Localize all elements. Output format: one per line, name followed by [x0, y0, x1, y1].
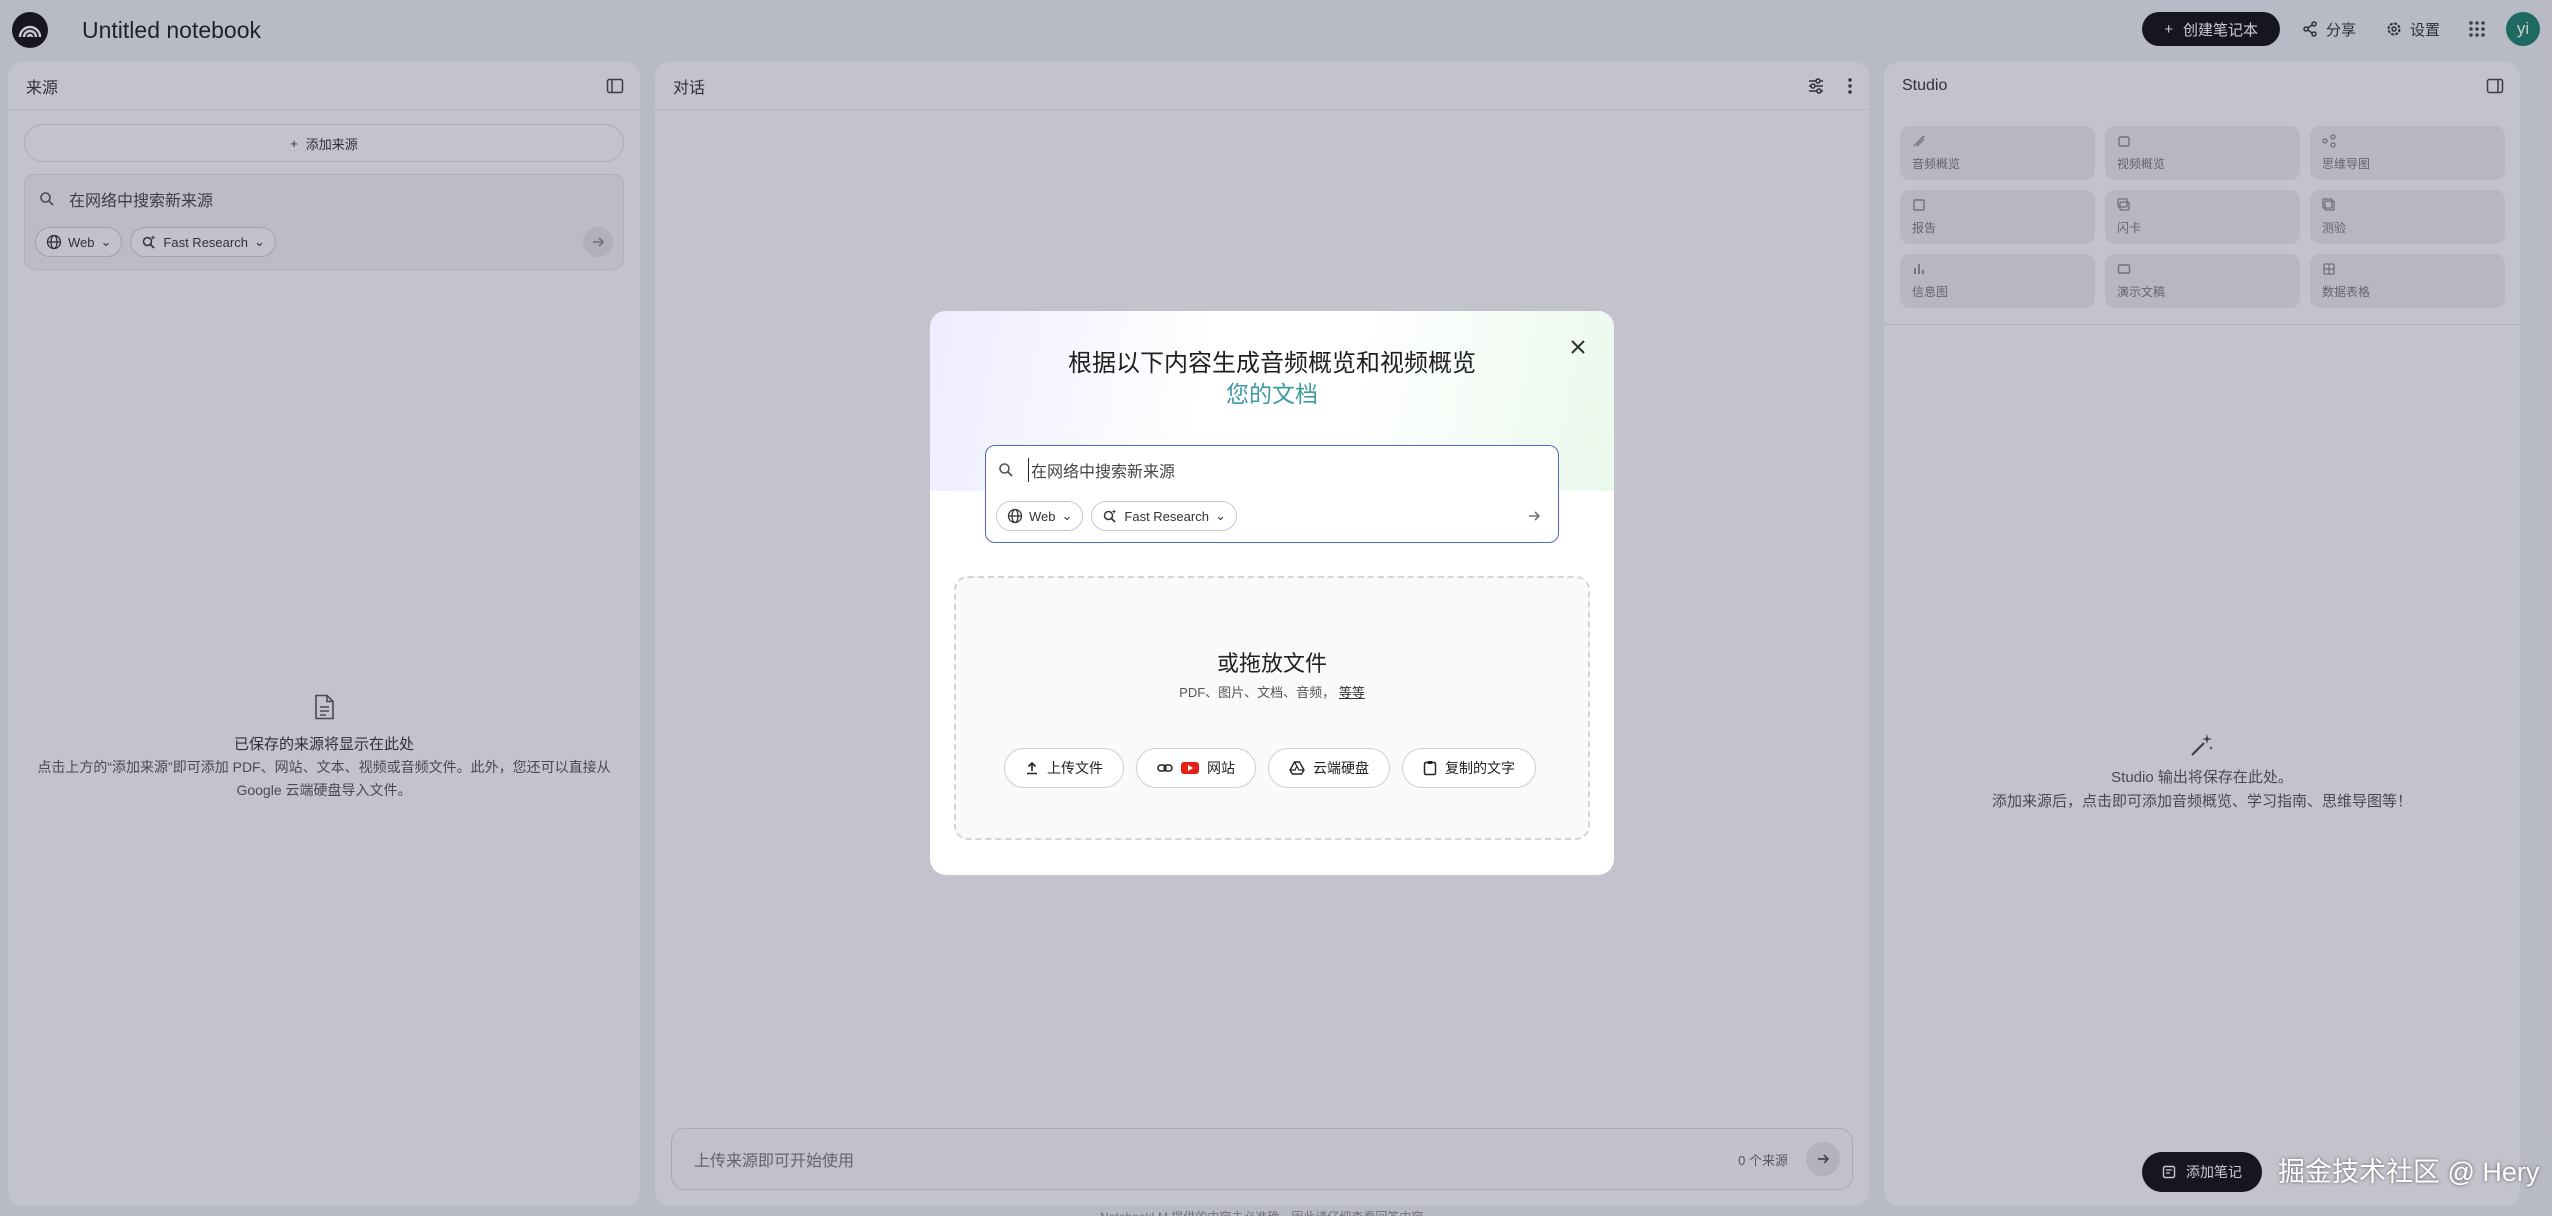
dialog-web-dropdown[interactable]: Web ⌄: [996, 501, 1084, 531]
website-label: 网站: [1207, 760, 1235, 776]
chevron-down-icon: ⌄: [1214, 508, 1226, 523]
web-chip-label: Web: [1029, 508, 1056, 524]
search-icon: [999, 463, 1013, 477]
watermark-text: 掘金技术社区 @ Hery: [2278, 1157, 2540, 1187]
more-types-link[interactable]: 等等: [1339, 685, 1365, 700]
paste-text-label: 复制的文字: [1445, 760, 1515, 776]
dialog-search-input[interactable]: 在网络中搜索新来源: [1028, 458, 1175, 482]
link-icon: [1157, 764, 1173, 772]
dialog-web-search: 在网络中搜索新来源 Web ⌄ Fast Research ⌄: [985, 445, 1559, 543]
arrow-right-icon: [1529, 511, 1541, 521]
paste-text-button[interactable]: 复制的文字: [1402, 748, 1536, 788]
website-button[interactable]: 网站: [1136, 748, 1256, 788]
drive-icon: [1289, 761, 1305, 775]
dialog-search-submit[interactable]: [1522, 504, 1546, 528]
drop-title: 或拖放文件: [1216, 651, 1327, 676]
upload-icon: [1027, 761, 1037, 775]
source-buttons: 上传文件 网站 云端硬盘 复制的文字: [1004, 748, 1536, 788]
drive-label: 云端硬盘: [1313, 760, 1369, 776]
research-chip-label: Fast Research: [1124, 508, 1209, 524]
upload-file-label: 上传文件: [1047, 760, 1103, 776]
drop-types-text: PDF、图片、文档、音频，: [1179, 685, 1336, 700]
dialog-research-dropdown[interactable]: Fast Research ⌄: [1091, 501, 1237, 531]
youtube-icon: [1181, 762, 1199, 774]
chevron-down-icon: ⌄: [1061, 508, 1073, 523]
drop-types: PDF、图片、文档、音频， 等等: [956, 682, 1588, 701]
upload-file-button[interactable]: 上传文件: [1004, 748, 1124, 788]
dialog-title: 根据以下内容生成音频概览和视频概览: [1068, 350, 1476, 377]
add-sources-dialog: 根据以下内容生成音频概览和视频概览 您的文档 在网络中搜索新来源 Web ⌄ F…: [930, 311, 1614, 875]
google-drive-button[interactable]: 云端硬盘: [1268, 748, 1390, 788]
research-icon: [1104, 509, 1117, 523]
dialog-subtitle: 您的文档: [930, 375, 1614, 409]
globe-icon: [1007, 508, 1023, 524]
file-drop-zone[interactable]: 或拖放文件 PDF、图片、文档、音频， 等等 上传文件 网站 云端硬盘 复制的文…: [954, 576, 1590, 840]
clipboard-icon: [1423, 761, 1437, 776]
